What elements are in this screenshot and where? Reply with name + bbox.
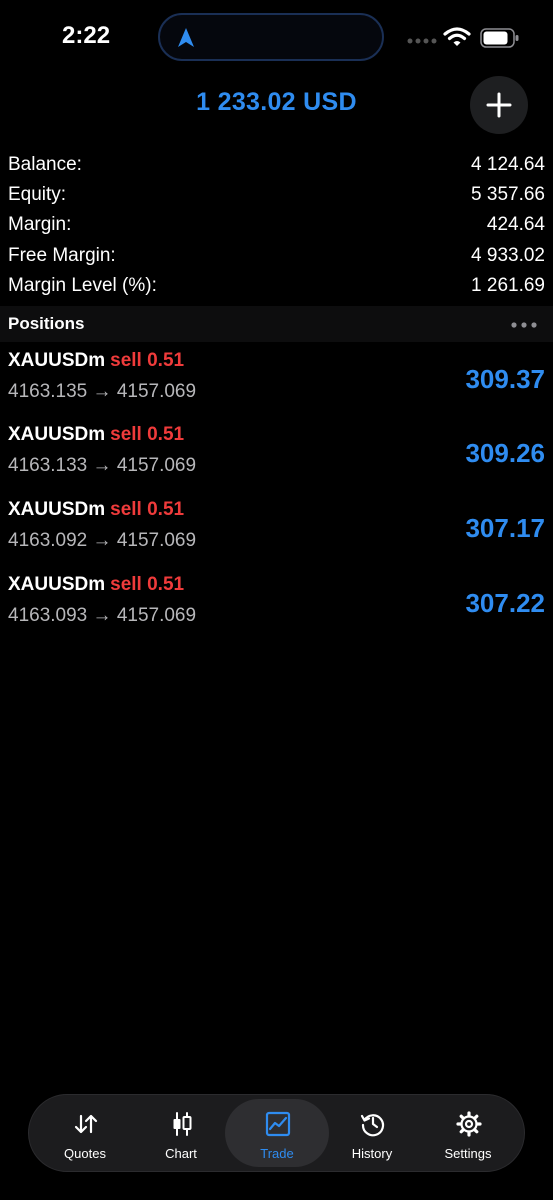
summary-value: 5 357.66 — [471, 184, 545, 205]
position-prices: 4163.135 → 4157.069 — [8, 381, 196, 403]
position-title: XAUUSDm sell 0.51 — [8, 424, 184, 446]
position-title: XAUUSDm sell 0.51 — [8, 350, 184, 372]
tab-trade[interactable]: Trade — [225, 1099, 329, 1167]
summary-label: Balance: — [8, 154, 82, 175]
open-price: 4163.093 — [8, 605, 88, 626]
tab-label: History — [351, 1146, 393, 1161]
position-side: sell 0.51 — [110, 574, 185, 595]
summary-value: 1 261.69 — [471, 275, 545, 296]
position-title: XAUUSDm sell 0.51 — [8, 499, 184, 521]
status-bar: 2:22 — [0, 0, 553, 80]
position-row[interactable]: XAUUSDm sell 0.51 4163.093 → 4157.069 307… — [0, 572, 553, 644]
tab-label: Settings — [444, 1146, 492, 1161]
position-profit: 307.22 — [465, 588, 545, 618]
position-row[interactable]: XAUUSDm sell 0.51 4163.135 → 4157.069 309… — [0, 348, 553, 420]
location-arrow-icon — [178, 28, 194, 47]
tab-label: Chart — [165, 1146, 197, 1161]
summary-row-balance: Balance: 4 124.64 — [8, 150, 545, 180]
tab-label: Quotes — [64, 1146, 106, 1161]
tab-chart[interactable]: Chart — [129, 1099, 233, 1167]
positions-section-header: Positions — [0, 306, 553, 342]
summary-row-margin: Margin: 424.64 — [8, 210, 545, 240]
position-profit: 307.17 — [465, 513, 545, 543]
dynamic-island — [158, 13, 384, 61]
chart-icon — [173, 1112, 192, 1136]
status-time: 2:22 — [62, 22, 111, 49]
price-arrow: → — [92, 530, 112, 551]
current-price: 4157.069 — [116, 530, 197, 551]
price-arrow: → — [92, 455, 112, 476]
position-row[interactable]: XAUUSDm sell 0.51 4163.092 → 4157.069 307… — [0, 497, 553, 569]
summary-value: 4 933.02 — [471, 245, 545, 266]
cellular-signal-icon — [407, 38, 437, 44]
tab-settings[interactable]: Settings — [416, 1099, 520, 1167]
current-price: 4157.069 — [116, 455, 197, 476]
tab-bar: Quotes Chart Trade History Settings — [28, 1094, 525, 1172]
summary-label: Margin Level (%): — [8, 275, 157, 296]
position-profit: 309.37 — [465, 364, 545, 394]
summary-label: Equity: — [8, 184, 67, 205]
position-symbol: XAUUSDm — [8, 499, 106, 520]
tab-history[interactable]: History — [320, 1099, 424, 1167]
position-title: XAUUSDm sell 0.51 — [8, 574, 184, 596]
position-side: sell 0.51 — [110, 350, 185, 371]
current-price: 4157.069 — [116, 605, 197, 626]
open-price: 4163.133 — [8, 455, 88, 476]
position-prices: 4163.093 → 4157.069 — [8, 605, 196, 627]
summary-row-equity: Equity: 5 357.66 — [8, 180, 545, 210]
position-symbol: XAUUSDm — [8, 350, 106, 371]
tab-quotes[interactable]: Quotes — [33, 1099, 137, 1167]
summary-label: Free Margin: — [8, 245, 116, 266]
current-price: 4157.069 — [116, 381, 197, 402]
quotes-icon — [74, 1114, 98, 1134]
summary-row-margin-level: Margin Level (%): 1 261.69 — [8, 271, 545, 301]
position-side: sell 0.51 — [110, 499, 185, 520]
positions-title: Positions — [8, 314, 85, 333]
settings-icon — [456, 1111, 482, 1137]
position-profit: 309.26 — [465, 438, 545, 468]
price-arrow: → — [92, 605, 112, 626]
summary-value: 424.64 — [486, 214, 545, 235]
battery-icon — [480, 28, 519, 48]
position-symbol: XAUUSDm — [8, 574, 106, 595]
position-symbol: XAUUSDm — [8, 424, 106, 445]
more-options-icon[interactable] — [510, 321, 538, 329]
summary-row-free-margin: Free Margin: 4 933.02 — [8, 241, 545, 271]
open-price: 4163.135 — [8, 381, 88, 402]
tab-label: Trade — [260, 1146, 294, 1161]
summary-label: Margin: — [8, 214, 72, 235]
history-icon — [360, 1114, 385, 1137]
price-arrow: → — [92, 381, 112, 402]
wifi-icon — [443, 27, 471, 46]
position-side: sell 0.51 — [110, 424, 185, 445]
summary-value: 4 124.64 — [471, 154, 545, 175]
add-order-button[interactable] — [470, 76, 528, 134]
plus-icon — [486, 92, 512, 118]
trade-icon — [265, 1111, 291, 1137]
position-prices: 4163.133 → 4157.069 — [8, 455, 196, 477]
open-price: 4163.092 — [8, 530, 88, 551]
position-prices: 4163.092 → 4157.069 — [8, 530, 196, 552]
position-row[interactable]: XAUUSDm sell 0.51 4163.133 → 4157.069 309… — [0, 422, 553, 494]
